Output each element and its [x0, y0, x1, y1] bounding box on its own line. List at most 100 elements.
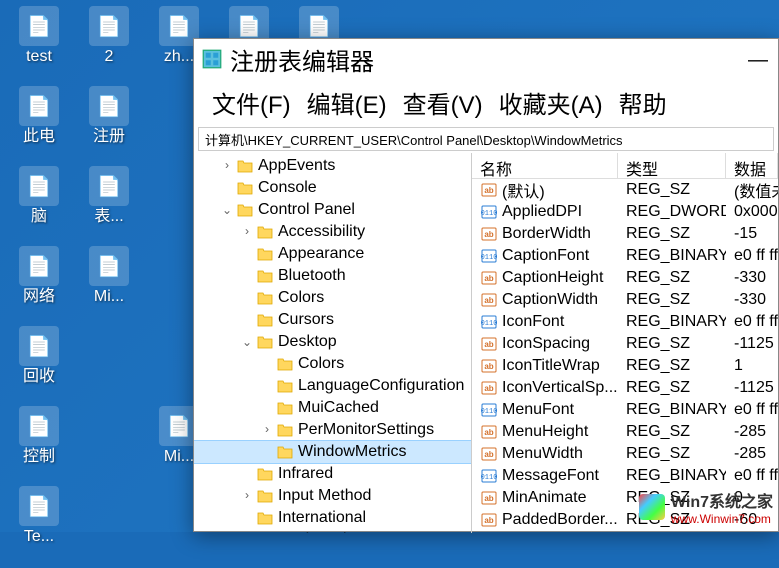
folder-icon [236, 202, 254, 218]
tree-node[interactable]: ›Input Method [194, 485, 471, 507]
list-header[interactable]: 名称 类型 数据 [472, 153, 778, 179]
tree-node[interactable]: ›PerMonitorSettings [194, 419, 471, 441]
value-row[interactable]: abMenuWidthREG_SZ-285 [472, 443, 778, 465]
tree-label: LanguageConfiguration [298, 377, 464, 395]
value-row[interactable]: abMenuHeightREG_SZ-285 [472, 421, 778, 443]
tree-label: Control Panel [258, 201, 355, 219]
desktop-icon[interactable]: 📄表... [74, 164, 144, 244]
tree-node[interactable]: Colors [194, 353, 471, 375]
value-row[interactable]: abIconVerticalSp...REG_SZ-1125 [472, 377, 778, 399]
tree-label: Colors [278, 289, 324, 307]
menu-item[interactable]: 收藏夹(A) [491, 81, 611, 124]
tree-node[interactable]: Appearance [194, 243, 471, 265]
value-row[interactable]: 0110CaptionFontREG_BINARYe0 ff ff ff [472, 245, 778, 267]
value-row[interactable]: 0110MessageFontREG_BINARYe0 ff ff ff [472, 465, 778, 487]
value-row[interactable]: 0110MenuFontREG_BINARYe0 ff ff ff [472, 399, 778, 421]
tree-node[interactable]: International [194, 507, 471, 529]
value-data: -330 [726, 291, 778, 309]
desktop-icon[interactable]: 📄网络 [4, 244, 74, 324]
window-titlebar[interactable]: 注册表编辑器 — [194, 39, 778, 79]
menu-item[interactable]: 编辑(E) [299, 81, 395, 124]
menu-item[interactable]: 帮助 [611, 81, 675, 124]
expander-icon[interactable]: › [258, 423, 276, 437]
file-icon: 📄 [19, 486, 59, 526]
value-row[interactable]: abCaptionHeightREG_SZ-330 [472, 267, 778, 289]
expander-icon[interactable]: › [238, 225, 256, 239]
value-type: REG_SZ [618, 181, 726, 199]
tree-label: Colors [298, 355, 344, 373]
desktop-icon[interactable]: 📄test [4, 4, 74, 84]
value-row[interactable]: abIconSpacingREG_SZ-1125 [472, 333, 778, 355]
svg-text:ab: ab [484, 494, 493, 503]
value-row[interactable]: abBorderWidthREG_SZ-15 [472, 223, 778, 245]
column-name[interactable]: 名称 [472, 153, 618, 178]
menu-item[interactable]: 文件(F) [204, 81, 299, 124]
value-data: (数值未设 [726, 178, 778, 202]
value-row[interactable]: abScrollHeightREG_SZ [472, 531, 778, 533]
string-value-icon: ab [480, 489, 498, 507]
svg-text:ab: ab [484, 516, 493, 525]
tree-node[interactable]: WindowMetrics [194, 441, 471, 463]
minimize-button[interactable]: — [748, 49, 768, 72]
string-value-icon: ab [480, 291, 498, 309]
desktop-icon[interactable]: 📄2 [74, 4, 144, 84]
desktop-icon[interactable]: 📄Mi... [74, 244, 144, 324]
value-type: REG_SZ [618, 357, 726, 375]
value-type: REG_SZ [618, 423, 726, 441]
svg-text:0110: 0110 [481, 320, 497, 328]
value-list[interactable]: 名称 类型 数据 ab(默认)REG_SZ(数值未设0110AppliedDPI… [472, 153, 778, 533]
tree-node[interactable]: Console [194, 177, 471, 199]
folder-icon [236, 180, 254, 196]
svg-text:ab: ab [484, 274, 493, 283]
tree-label: Accessibility [278, 223, 365, 241]
value-row[interactable]: abIconTitleWrapREG_SZ1 [472, 355, 778, 377]
menu-item[interactable]: 查看(V) [395, 81, 491, 124]
tree-node[interactable]: Keyboard [194, 529, 471, 533]
desktop-icon[interactable]: 📄回收 [4, 324, 74, 404]
value-row[interactable]: 0110AppliedDPIREG_DWORD0x00000 [472, 201, 778, 223]
value-row[interactable]: abCaptionWidthREG_SZ-330 [472, 289, 778, 311]
file-icon: 📄 [19, 246, 59, 286]
value-name: IconFont [502, 313, 564, 331]
tree-node[interactable]: Bluetooth [194, 265, 471, 287]
desktop-icon[interactable]: 📄Te... [4, 484, 74, 564]
desktop-icon[interactable]: 📄脑 [4, 164, 74, 244]
tree-node[interactable]: › Accessibility [194, 221, 471, 243]
desktop-icon[interactable]: 📄控制 [4, 404, 74, 484]
column-data[interactable]: 数据 [726, 153, 778, 178]
value-type: REG_SZ [618, 269, 726, 287]
address-bar[interactable]: 计算机\HKEY_CURRENT_USER\Control Panel\Desk… [198, 127, 774, 151]
string-value-icon: ab [480, 181, 498, 199]
expander-icon[interactable]: › [238, 489, 256, 503]
value-type: REG_BINARY [618, 467, 726, 485]
desktop-icon[interactable]: 📄此电 [4, 84, 74, 164]
file-icon: 📄 [19, 6, 59, 46]
tree-label: Desktop [278, 333, 337, 351]
tree-label: AppEvents [258, 157, 335, 175]
tree-node[interactable]: ⌄ Control Panel [194, 199, 471, 221]
tree-node[interactable]: › AppEvents [194, 155, 471, 177]
tree-node[interactable]: ⌄ Desktop [194, 331, 471, 353]
tree-node[interactable]: Infrared [194, 463, 471, 485]
expander-icon[interactable]: ⌄ [218, 203, 236, 218]
value-data: 0x00000 [726, 203, 778, 221]
tree-node[interactable]: MuiCached [194, 397, 471, 419]
svg-text:ab: ab [484, 450, 493, 459]
svg-text:ab: ab [484, 362, 493, 371]
column-type[interactable]: 类型 [618, 153, 726, 178]
icon-label: 2 [105, 48, 114, 66]
value-type: REG_SZ [618, 445, 726, 463]
value-row[interactable]: ab(默认)REG_SZ(数值未设 [472, 179, 778, 201]
svg-text:ab: ab [484, 230, 493, 239]
tree-node[interactable]: LanguageConfiguration [194, 375, 471, 397]
expander-icon[interactable]: › [218, 159, 236, 173]
tree-node[interactable]: Cursors [194, 309, 471, 331]
expander-icon[interactable]: ⌄ [238, 335, 256, 350]
folder-icon [276, 400, 294, 416]
tree-node[interactable]: Colors [194, 287, 471, 309]
registry-tree[interactable]: ›AppEventsConsole⌄Control Panel›Accessib… [194, 153, 472, 533]
desktop-icon[interactable]: 📄注册 [74, 84, 144, 164]
svg-text:0110: 0110 [481, 408, 497, 416]
value-row[interactable]: 0110IconFontREG_BINARYe0 ff ff ff [472, 311, 778, 333]
value-name: MenuWidth [502, 445, 583, 463]
